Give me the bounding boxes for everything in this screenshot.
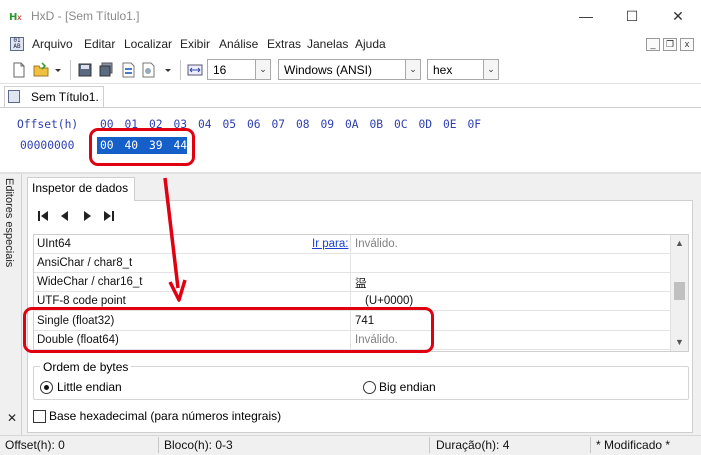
scroll-up-icon[interactable]: ▲ bbox=[675, 238, 684, 248]
maximize-button[interactable]: ☐ bbox=[609, 0, 655, 32]
menu-editar[interactable]: Editar bbox=[84, 37, 115, 51]
hex-document-icon bbox=[8, 90, 20, 103]
big-endian-radio[interactable] bbox=[363, 381, 376, 394]
bytes-per-row-value: 16 bbox=[213, 63, 227, 77]
document-menu-icon[interactable]: 01 AB bbox=[10, 37, 24, 51]
annotation-arrow bbox=[163, 177, 187, 302]
column-header: 0B bbox=[369, 118, 384, 131]
column-header: 06 bbox=[247, 118, 261, 131]
bytes-per-row-select[interactable]: 16 ⌄ bbox=[207, 59, 271, 80]
row-value: Inválido. bbox=[355, 238, 398, 250]
minimize-icon: — bbox=[579, 8, 593, 24]
hex-base-checkbox[interactable] bbox=[33, 410, 46, 423]
column-header: 0E bbox=[443, 118, 457, 131]
export-icon[interactable] bbox=[120, 62, 136, 78]
tab-data-inspector-label: Inspetor de dados bbox=[32, 181, 129, 195]
chevron-down-icon: ⌄ bbox=[405, 60, 420, 79]
bytes-per-row-icon bbox=[187, 64, 203, 76]
last-icon[interactable] bbox=[102, 209, 116, 223]
menu-ajuda[interactable]: Ajuda bbox=[355, 37, 386, 51]
little-endian-label[interactable]: Little endian bbox=[57, 380, 122, 394]
toolbar-separator bbox=[180, 60, 181, 80]
row-value: (U+0000) bbox=[365, 295, 414, 307]
row-name: UInt64 bbox=[37, 238, 71, 250]
document-tab-label: Sem Título1. bbox=[31, 90, 99, 104]
hex-base-label[interactable]: Base hexadecimal (para números integrais… bbox=[49, 409, 281, 423]
column-header: 08 bbox=[296, 118, 310, 131]
maximize-icon: ☐ bbox=[625, 7, 639, 24]
open-folder-icon[interactable] bbox=[33, 62, 49, 78]
column-header: 04 bbox=[198, 118, 212, 131]
row-name: WideChar / char16_t bbox=[37, 276, 143, 288]
close-icon[interactable]: ✕ bbox=[7, 411, 17, 425]
goto-link[interactable]: Ir para: bbox=[312, 238, 348, 250]
save-icon[interactable] bbox=[77, 62, 93, 78]
status-separator bbox=[429, 437, 430, 453]
status-separator bbox=[590, 437, 591, 453]
mdi-close-button[interactable]: x bbox=[680, 38, 694, 51]
annotation-highlight-float-rows bbox=[23, 307, 434, 353]
next-icon[interactable] bbox=[80, 209, 94, 223]
window-title: HxD - [Sem Título1.] bbox=[31, 9, 140, 23]
special-editors-label[interactable]: Editores especiais bbox=[3, 178, 15, 267]
menu-analise[interactable]: Análise bbox=[219, 37, 258, 51]
charset-select[interactable]: Windows (ANSI) ⌄ bbox=[278, 59, 421, 80]
mdi-restore-button[interactable]: ❐ bbox=[663, 38, 677, 51]
byte-order-legend: Ordem de bytes bbox=[40, 360, 132, 374]
toolbar-separator bbox=[70, 60, 71, 80]
previous-icon[interactable] bbox=[58, 209, 72, 223]
close-button[interactable]: ✕ bbox=[655, 0, 701, 32]
status-duration: Duração(h): 4 bbox=[436, 438, 510, 452]
column-header: 09 bbox=[320, 118, 335, 131]
properties-icon[interactable] bbox=[140, 62, 156, 78]
menu-arquivo[interactable]: Arquivo bbox=[32, 37, 73, 51]
column-header: 0C bbox=[394, 118, 408, 131]
export-dropdown-icon[interactable] bbox=[163, 62, 173, 78]
row-name: AnsiChar / char8_t bbox=[37, 257, 133, 269]
scroll-down-icon[interactable]: ▼ bbox=[675, 337, 684, 347]
menu-localizar[interactable]: Localizar bbox=[124, 37, 172, 51]
row-offset: 00000000 bbox=[20, 139, 75, 152]
column-header: 0A bbox=[345, 118, 359, 131]
charset-value: Windows (ANSI) bbox=[284, 63, 373, 77]
offset-column-header: Offset(h) bbox=[17, 118, 79, 131]
column-header: 05 bbox=[222, 118, 237, 131]
save-all-icon[interactable] bbox=[98, 62, 114, 78]
chevron-down-icon: ⌄ bbox=[255, 60, 270, 79]
open-dropdown-icon[interactable] bbox=[53, 62, 63, 78]
annotation-highlight-bytes bbox=[89, 128, 195, 166]
column-header: 0D bbox=[418, 118, 433, 131]
mdi-minimize-button[interactable]: _ bbox=[646, 38, 660, 51]
menu-janelas[interactable]: Janelas bbox=[307, 37, 348, 51]
status-separator bbox=[158, 437, 159, 453]
chevron-down-icon: ⌄ bbox=[483, 60, 498, 79]
status-modified: * Modificado * bbox=[596, 438, 671, 452]
first-icon[interactable] bbox=[36, 209, 50, 223]
row-value: 䀀 bbox=[355, 278, 367, 290]
menu-extras[interactable]: Extras bbox=[267, 37, 301, 51]
table-row[interactable] bbox=[34, 235, 670, 254]
new-file-icon[interactable] bbox=[11, 62, 27, 78]
column-header: 07 bbox=[271, 118, 286, 131]
svg-text:x: x bbox=[17, 13, 22, 22]
status-block: Bloco(h): 0-3 bbox=[164, 438, 233, 452]
scroll-thumb[interactable] bbox=[674, 282, 685, 300]
offset-base-select[interactable]: hex ⌄ bbox=[427, 59, 499, 80]
minimize-button[interactable]: — bbox=[563, 0, 609, 32]
menu-exibir[interactable]: Exibir bbox=[180, 37, 210, 51]
grid-scrollbar[interactable]: ▲ ▼ bbox=[670, 235, 688, 351]
close-icon: ✕ bbox=[672, 7, 684, 24]
hxd-app-icon: H x bbox=[9, 12, 22, 23]
status-offset: Offset(h): 0 bbox=[5, 438, 65, 452]
big-endian-label[interactable]: Big endian bbox=[379, 380, 436, 394]
offset-base-value: hex bbox=[433, 63, 453, 77]
little-endian-radio[interactable] bbox=[40, 381, 53, 394]
column-header: 0F bbox=[467, 118, 482, 131]
row-name: UTF-8 code point bbox=[37, 295, 126, 307]
byte-order-group bbox=[33, 366, 689, 400]
